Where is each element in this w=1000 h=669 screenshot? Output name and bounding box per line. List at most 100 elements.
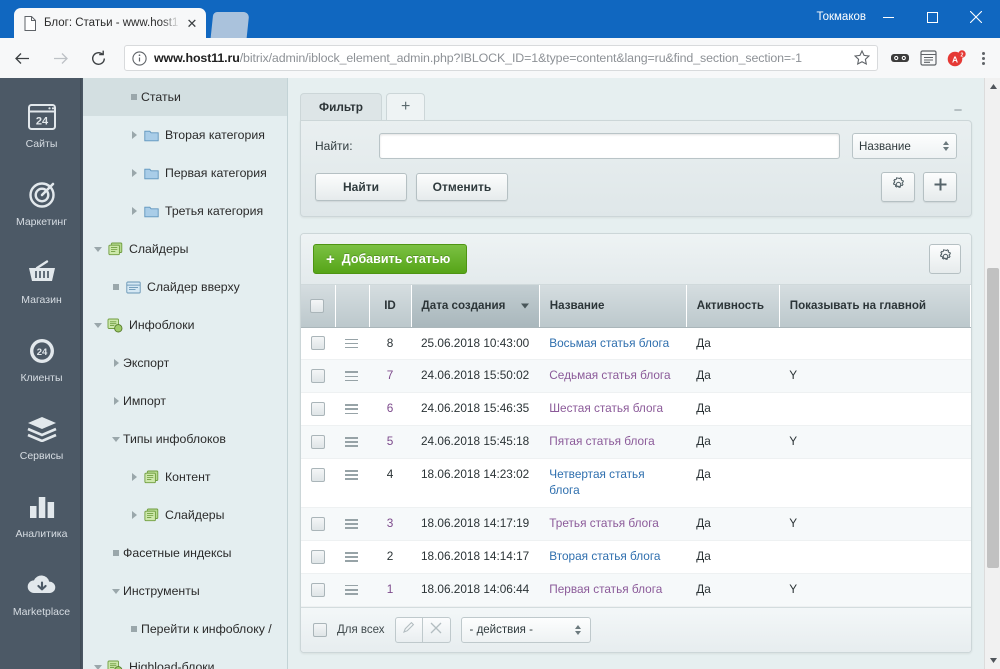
column-header-name[interactable]: Название (539, 285, 687, 328)
three-dots-menu-icon[interactable] (970, 44, 996, 72)
row-menu-icon[interactable] (345, 519, 358, 529)
row-actions-cell[interactable] (335, 327, 369, 361)
chevron-down-icon[interactable] (91, 664, 105, 669)
filter-add-button[interactable] (923, 172, 957, 202)
row-name-cell[interactable]: Седьмая статья блога (539, 359, 687, 394)
rail-item-marketplace[interactable]: Marketplace (0, 554, 83, 632)
chevron-right-icon[interactable] (109, 397, 123, 405)
row-id[interactable]: 8 (369, 327, 411, 361)
row-name-cell[interactable]: Пятая статья блога (539, 425, 687, 460)
row-name-link[interactable]: Восьмая статья блога (549, 336, 669, 350)
row-name-link[interactable]: Шестая статья блога (549, 401, 663, 415)
select-all-checkbox[interactable] (310, 298, 324, 313)
tree-item-import[interactable]: Импорт (83, 382, 287, 420)
row-actions-cell[interactable] (335, 540, 369, 574)
chevron-right-icon[interactable] (127, 473, 141, 481)
row-checkbox[interactable] (311, 336, 325, 351)
row-id[interactable]: 5 (369, 425, 411, 460)
rail-item-analytics[interactable]: Аналитика (0, 476, 83, 554)
table-row[interactable]: 5 24.06.2018 15:45:18 Пятая статья блога… (301, 425, 971, 460)
row-menu-icon[interactable] (345, 338, 358, 349)
tree-item-pereiti-k-infobloku[interactable]: Перейти к инфоблоку / (83, 610, 287, 648)
add-article-button[interactable]: + Добавить статью (313, 244, 468, 274)
table-row[interactable]: 4 18.06.2018 14:23:02 Четвертая статья б… (301, 458, 971, 509)
row-name-link[interactable]: Третья статья блога (549, 516, 659, 530)
row-id[interactable]: 6 (369, 392, 411, 427)
back-button[interactable] (6, 42, 38, 74)
row-checkbox[interactable] (311, 582, 325, 597)
table-row[interactable]: 1 18.06.2018 14:06:44 Первая статья блог… (301, 573, 971, 607)
row-actions-cell[interactable] (335, 573, 369, 607)
row-id[interactable]: 2 (369, 540, 411, 574)
bulk-edit-button[interactable] (394, 616, 423, 643)
add-filter-tab-button[interactable]: + (386, 93, 426, 120)
tree-item-slaidery[interactable]: Слайдеры (83, 230, 287, 268)
row-name-link[interactable]: Седьмая статья блога (549, 368, 670, 382)
row-id[interactable]: 4 (369, 458, 411, 509)
filter-field-select[interactable]: Название (852, 133, 957, 159)
table-row[interactable]: 6 24.06.2018 15:46:35 Шестая статья блог… (301, 392, 971, 427)
window-minimize-button[interactable] (866, 2, 910, 32)
row-name-cell[interactable]: Восьмая статья блога (539, 327, 687, 361)
chevron-right-icon[interactable] (127, 207, 141, 215)
select-all-footer-checkbox[interactable] (313, 622, 327, 637)
tree-item-highload-bloki[interactable]: Highload-блоки (83, 648, 287, 669)
rail-item-sites[interactable]: 24 Сайты (0, 86, 83, 164)
admin-tree-panel[interactable]: Статьи Вторая категория Первая категория (83, 78, 288, 669)
row-name-link[interactable]: Первая статья блога (549, 582, 662, 596)
chevron-right-icon[interactable] (109, 359, 123, 367)
close-tab-icon[interactable]: ✕ (184, 15, 200, 31)
row-name-cell[interactable]: Третья статья блога (539, 507, 687, 541)
cancel-button[interactable]: Отменить (416, 173, 508, 201)
window-maximize-button[interactable] (910, 2, 954, 32)
tree-item-slaider-vverhu[interactable]: Слайдер вверху (83, 268, 287, 306)
scroll-up-button[interactable] (985, 78, 1000, 95)
chevron-right-icon[interactable] (127, 131, 141, 139)
row-checkbox[interactable] (311, 468, 325, 483)
window-close-button[interactable] (954, 2, 998, 32)
row-name-cell[interactable]: Первая статья блога (539, 573, 687, 607)
rail-item-marketing[interactable]: Маркетинг (0, 164, 83, 242)
row-id[interactable]: 3 (369, 507, 411, 541)
window-user-name[interactable]: Токмаков (816, 8, 866, 26)
tree-item-vtoraya-kategoriya[interactable]: Вторая категория (83, 116, 287, 154)
row-checkbox-cell[interactable] (301, 573, 335, 607)
new-tab-button[interactable] (210, 12, 250, 38)
row-menu-icon[interactable] (345, 404, 358, 415)
row-checkbox[interactable] (311, 402, 325, 417)
row-menu-icon[interactable] (345, 371, 358, 382)
scroll-down-button[interactable] (985, 652, 1000, 669)
row-name-link[interactable]: Четвертая статья блога (549, 467, 644, 497)
row-checkbox-cell[interactable] (301, 458, 335, 509)
column-header-id[interactable]: ID (369, 285, 412, 328)
row-checkbox-cell[interactable] (301, 507, 335, 541)
row-menu-icon[interactable] (345, 584, 358, 595)
chevron-down-icon[interactable] (91, 322, 105, 328)
row-name-link[interactable]: Пятая статья блога (549, 434, 654, 448)
row-checkbox-cell[interactable] (301, 425, 335, 460)
row-checkbox-cell[interactable] (301, 359, 335, 394)
row-actions-cell[interactable] (335, 359, 369, 394)
row-checkbox[interactable] (311, 516, 325, 531)
row-actions-cell[interactable] (335, 425, 369, 460)
row-checkbox[interactable] (311, 549, 325, 564)
bulk-actions-select[interactable]: - действия - (460, 616, 591, 643)
chevron-down-icon[interactable] (109, 588, 123, 594)
chevron-right-icon[interactable] (127, 169, 141, 177)
page-scrollbar[interactable] (984, 78, 1000, 669)
search-input[interactable] (379, 133, 840, 159)
row-checkbox[interactable] (311, 435, 325, 450)
reload-button[interactable] (82, 42, 114, 74)
row-checkbox-cell[interactable] (301, 392, 335, 427)
reader-extension-icon[interactable] (914, 44, 942, 72)
row-checkbox-cell[interactable] (301, 540, 335, 574)
row-name-cell[interactable]: Вторая статья блога (539, 540, 687, 574)
column-header-active[interactable]: Активность (686, 285, 780, 328)
forward-button[interactable] (44, 42, 76, 74)
tree-item-slaidery-type[interactable]: Слайдеры (83, 496, 287, 534)
row-id[interactable]: 1 (369, 573, 411, 607)
mask-extension-icon[interactable] (886, 44, 914, 72)
browser-tab[interactable]: Блог: Статьи - www.host1 ✕ (14, 8, 206, 38)
tree-item-kontent[interactable]: Контент (83, 458, 287, 496)
column-header-select-all[interactable] (301, 285, 336, 328)
